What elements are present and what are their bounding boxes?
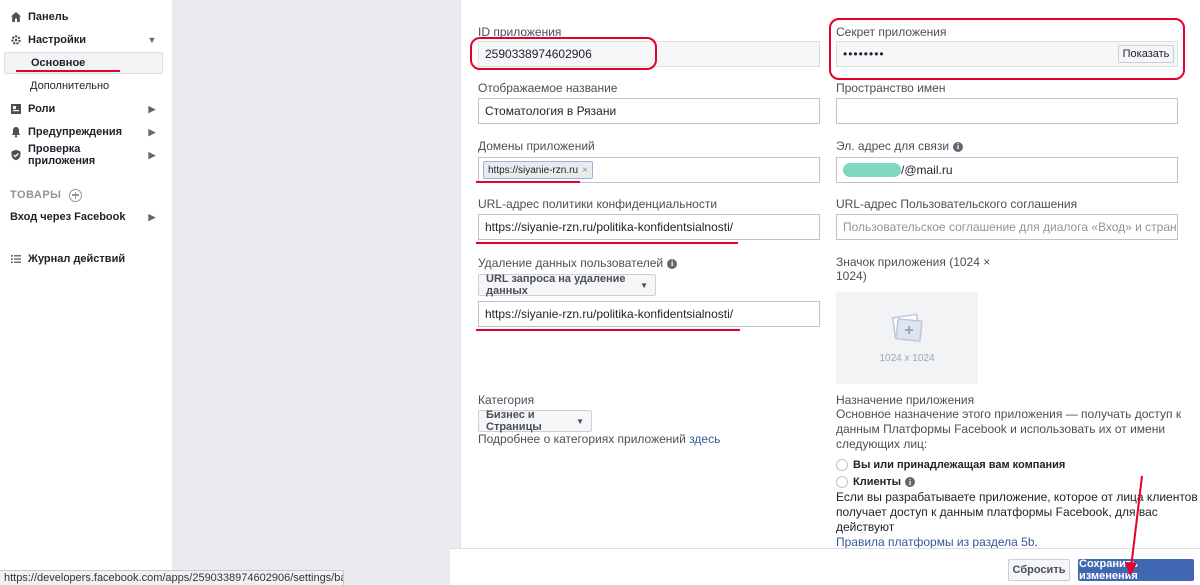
sidebar-item-activity-log[interactable]: Журнал действий — [0, 248, 172, 270]
sidebar-item-label: Вход через Facebook — [10, 211, 126, 223]
sidebar-item-label: Роли — [28, 103, 56, 115]
annotation-underline — [476, 329, 740, 331]
app-domains-input[interactable]: https://siyanie-rzn.ru × — [478, 157, 820, 183]
app-purpose-label: Назначение приложения — [836, 393, 975, 407]
sidebar-item-roles[interactable]: Роли ▶ — [0, 98, 172, 120]
sidebar-item-alerts[interactable]: Предупреждения ▶ — [0, 121, 172, 143]
annotation-oval — [470, 37, 657, 70]
list-icon — [10, 253, 22, 265]
status-bar-url: https://developers.facebook.com/apps/259… — [0, 570, 344, 585]
platform-policy-link[interactable]: Правила платформы из раздела 5b — [836, 535, 1035, 549]
image-placeholder-icon — [891, 313, 923, 342]
contact-email-input[interactable]: /@mail.ru — [836, 157, 1178, 183]
display-name-value: Стоматология в Рязани — [485, 104, 617, 118]
sidebar-item-facebook-login[interactable]: Вход через Facebook ▶ — [0, 206, 172, 228]
app-icon-upload[interactable]: 1024 x 1024 — [836, 292, 978, 384]
tos-url-input[interactable]: Пользовательское соглашение для диалога … — [836, 214, 1178, 240]
home-icon — [10, 11, 22, 23]
chevron-right-icon: ▶ — [148, 211, 156, 222]
purpose-option-clients: Клиенты i — [853, 476, 916, 488]
tos-url-placeholder: Пользовательское соглашение для диалога … — [843, 220, 1178, 234]
reset-button[interactable]: Сбросить — [1008, 559, 1070, 581]
sidebar-item-label: Журнал действий — [28, 253, 126, 265]
display-name-label: Отображаемое название — [478, 81, 618, 95]
shield-icon — [10, 149, 22, 161]
namespace-input[interactable] — [836, 98, 1178, 124]
email-mask — [843, 163, 901, 177]
caret-down-icon: ▼ — [640, 280, 648, 290]
display-name-input[interactable]: Стоматология в Рязани — [478, 98, 820, 124]
annotation-arrow — [1125, 475, 1143, 576]
sidebar-item-settings[interactable]: Настройки ▼ — [0, 29, 172, 51]
sidebar-item-label: Настройки — [28, 34, 87, 46]
remove-tag-icon[interactable]: × — [582, 165, 588, 176]
data-deletion-type-dropdown[interactable]: URL запроса на удаление данных ▼ — [478, 273, 656, 297]
chevron-right-icon: ▶ — [148, 126, 156, 137]
tos-url-label: URL-адрес Пользовательского соглашения — [836, 197, 1078, 211]
sidebar-item-dashboard[interactable]: Панель — [0, 6, 172, 28]
info-icon[interactable]: i — [667, 258, 678, 269]
info-icon[interactable]: i — [953, 141, 964, 152]
category-help-link[interactable]: здесь — [689, 432, 720, 446]
sidebar-item-label: Предупреждения — [28, 126, 123, 138]
category-label: Категория — [478, 393, 535, 407]
annotation-underline — [476, 242, 738, 244]
annotation-oval — [829, 18, 1185, 80]
chevron-down-icon: ▼ — [147, 35, 157, 45]
chevron-right-icon: ▶ — [148, 149, 156, 160]
sidebar-item-label: Панель — [28, 11, 69, 23]
data-deletion-url-input[interactable]: https://siyanie-rzn.ru/politika-konfiden… — [478, 301, 820, 327]
domain-tag: https://siyanie-rzn.ru × — [483, 161, 593, 179]
gear-icon — [10, 34, 22, 46]
sidebar-item-label: Дополнительно — [30, 80, 110, 92]
info-icon[interactable]: i — [905, 477, 916, 488]
purpose-radio-yourself[interactable] — [836, 459, 848, 471]
category-help: Подробнее о категориях приложений здесь — [478, 432, 721, 446]
purpose-radio-clients[interactable] — [836, 476, 848, 488]
privacy-url-value: https://siyanie-rzn.ru/politika-konfiden… — [485, 220, 734, 234]
contact-email-value: /@mail.ru — [901, 163, 953, 177]
domain-tag-text: https://siyanie-rzn.ru — [488, 164, 579, 176]
section-title: ТОВАРЫ — [10, 189, 62, 201]
annotation-underline — [16, 70, 120, 72]
namespace-label: Пространство имен — [836, 81, 946, 95]
data-deletion-label: Удаление данных пользователей i — [478, 256, 678, 270]
app-icon-label: Значок приложения (1024 × 1024) — [836, 255, 991, 283]
purpose-option-yourself: Вы или принадлежащая вам компания — [853, 459, 1066, 471]
app-icon-size: 1024 x 1024 — [879, 352, 935, 364]
chevron-right-icon: ▶ — [148, 103, 156, 114]
roles-icon — [10, 103, 22, 115]
app-purpose-description: Основное назначение этого приложения — п… — [836, 407, 1182, 451]
caret-down-icon: ▼ — [576, 416, 584, 426]
sidebar-item-label: Основное — [31, 57, 86, 69]
sidebar: Панель Настройки ▼ Основное Дополнительн… — [0, 0, 172, 585]
sidebar-subitem-advanced[interactable]: Дополнительно — [4, 75, 163, 97]
annotation-underline — [476, 181, 580, 183]
add-product-icon[interactable] — [69, 188, 83, 202]
privacy-url-label: URL-адрес политики конфиденциальности — [478, 197, 718, 211]
sidebar-item-app-review[interactable]: Проверка приложения ▶ — [0, 143, 172, 167]
contact-email-label: Эл. адрес для связи i — [836, 139, 964, 153]
data-deletion-url-value: https://siyanie-rzn.ru/politika-konfiden… — [485, 307, 734, 321]
app-domains-label: Домены приложений — [478, 139, 595, 153]
sidebar-item-label: Проверка приложения — [28, 143, 96, 167]
bell-icon — [10, 126, 22, 138]
privacy-url-input[interactable]: https://siyanie-rzn.ru/politika-konfiden… — [478, 214, 820, 240]
products-section-header: ТОВАРЫ — [10, 187, 83, 203]
category-dropdown[interactable]: Бизнес и Страницы ▼ — [478, 409, 592, 433]
